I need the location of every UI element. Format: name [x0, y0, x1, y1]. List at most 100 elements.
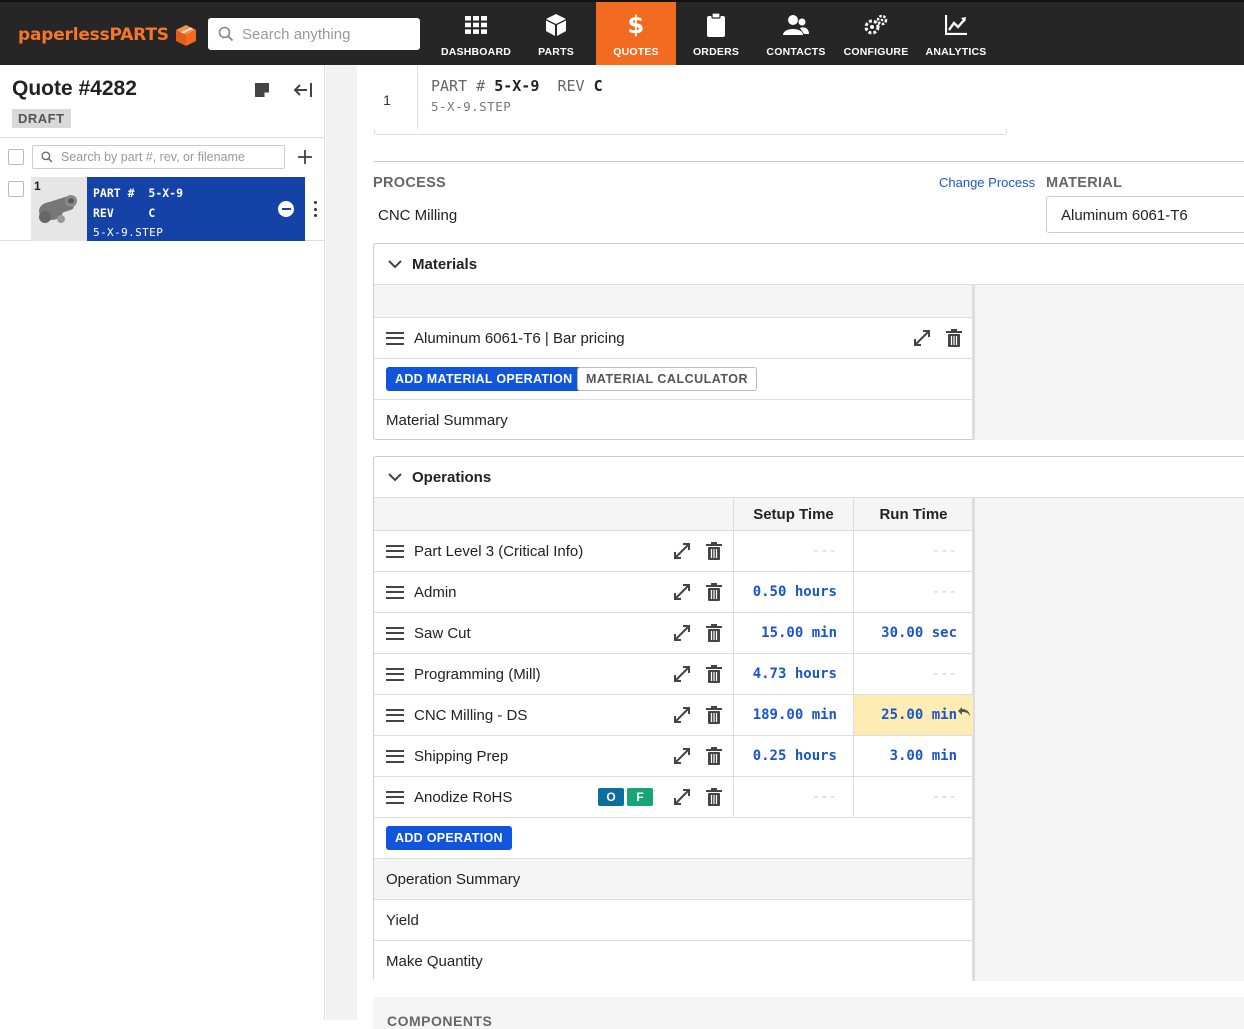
expand-icon[interactable]	[672, 541, 692, 561]
trash-icon[interactable]	[704, 705, 724, 725]
remove-part-button[interactable]	[278, 201, 294, 217]
nav-label: ORDERS	[692, 46, 740, 58]
materials-header[interactable]: Materials	[374, 244, 1244, 285]
top-navbar: paperlessPARTS DASHBOARD PARTS $	[0, 0, 1244, 65]
tag-badge[interactable]: O	[598, 788, 624, 806]
material-row[interactable]: Aluminum 6061-T6 | Bar pricing	[374, 318, 972, 359]
clipboard-icon	[703, 12, 729, 38]
trash-icon[interactable]	[704, 623, 724, 643]
trash-icon[interactable]	[944, 328, 964, 348]
note-icon[interactable]	[251, 79, 273, 101]
operations-shade	[972, 498, 1244, 981]
setup-time-cell[interactable]: 0.50 hours	[733, 572, 853, 612]
drag-handle-icon[interactable]	[386, 331, 404, 345]
operation-label: Shipping Prep	[414, 747, 509, 765]
setup-time-cell[interactable]: 0.25 hours	[733, 736, 853, 776]
nav-orders[interactable]: ORDERS	[676, 2, 756, 65]
operation-tags: OF	[598, 788, 653, 806]
change-process-link[interactable]: Change Process	[939, 175, 1035, 190]
trash-icon[interactable]	[704, 787, 724, 807]
trash-icon[interactable]	[704, 582, 724, 602]
drag-handle-icon[interactable]	[386, 790, 404, 804]
drag-handle-icon[interactable]	[386, 749, 404, 763]
material-select[interactable]: Aluminum 6061-T6	[1046, 196, 1244, 233]
part-search-input[interactable]	[61, 150, 281, 164]
setup-time-cell[interactable]: ---	[733, 531, 853, 571]
part-label: PART #	[93, 186, 135, 200]
setup-time-cell[interactable]: 189.00 min	[733, 695, 853, 735]
trash-icon[interactable]	[704, 664, 724, 684]
drag-handle-icon[interactable]	[386, 708, 404, 722]
material-summary[interactable]: Material Summary	[374, 400, 972, 441]
run-time-cell[interactable]: 3.00 min	[853, 736, 973, 776]
part-filename: 5-X-9.STEP	[431, 99, 512, 114]
quote-title: Quote #4282	[12, 77, 137, 100]
process-label: PROCESS	[373, 175, 447, 191]
expand-icon[interactable]	[672, 746, 692, 766]
material-actions: ADD MATERIAL OPERATION MATERIAL CALCULAT…	[374, 359, 972, 400]
part-value: 5-X-9	[148, 186, 184, 200]
drag-handle-icon[interactable]	[386, 667, 404, 681]
setup-time-cell[interactable]: ---	[733, 777, 853, 817]
rev-label: REV	[557, 77, 585, 95]
drag-handle-icon[interactable]	[386, 585, 404, 599]
nav-dashboard[interactable]: DASHBOARD	[436, 2, 516, 65]
nav-label: ANALYTICS	[925, 46, 987, 58]
expand-icon[interactable]	[672, 664, 692, 684]
part-list-item[interactable]: 1 PART # 5-X-9 REV C 5-X-9.STEP	[0, 177, 325, 241]
run-time-cell[interactable]: 30.00 sec	[853, 613, 973, 653]
drag-handle-icon[interactable]	[386, 544, 404, 558]
trash-icon[interactable]	[704, 541, 724, 561]
nav-parts[interactable]: PARTS	[516, 2, 596, 65]
trash-icon[interactable]	[704, 746, 724, 766]
rev-value: C	[593, 77, 603, 95]
run-time-cell[interactable]: ---	[853, 531, 973, 571]
expand-icon[interactable]	[672, 623, 692, 643]
search-icon	[218, 26, 234, 42]
nav-contacts[interactable]: CONTACTS	[756, 2, 836, 65]
setup-time-cell[interactable]: 15.00 min	[733, 613, 853, 653]
undo-override-icon[interactable]	[957, 705, 971, 719]
run-time-cell[interactable]: ---	[853, 572, 973, 612]
part-card-selected[interactable]: PART # 5-X-9 REV C 5-X-9.STEP	[87, 177, 305, 241]
brand-logo[interactable]: paperlessPARTS	[18, 22, 198, 48]
chevron-down-icon	[388, 472, 402, 481]
run-time-cell[interactable]: ---	[853, 777, 973, 817]
material-calculator-button[interactable]: MATERIAL CALCULATOR	[577, 367, 758, 391]
expand-icon[interactable]	[912, 328, 932, 348]
add-operation-button[interactable]: ADD OPERATION	[386, 826, 512, 850]
make-quantity-row[interactable]: Make Quantity	[374, 941, 972, 982]
drag-handle-icon[interactable]	[386, 626, 404, 640]
setup-time-cell[interactable]: 4.73 hours	[733, 654, 853, 694]
more-options-icon[interactable]	[311, 201, 319, 217]
nav-label: DASHBOARD	[440, 46, 512, 58]
select-all-checkbox[interactable]	[8, 149, 24, 165]
materials-title: Materials	[412, 255, 478, 273]
add-part-icon[interactable]	[294, 146, 316, 168]
nav-configure[interactable]: CONFIGURE	[836, 2, 916, 65]
nav-label: PARTS	[538, 46, 574, 58]
nav-quotes[interactable]: $ QUOTES	[596, 2, 676, 65]
nav-analytics[interactable]: ANALYTICS	[916, 2, 996, 65]
expand-icon[interactable]	[672, 787, 692, 807]
part-header: 1 PART # 5-X-9 REV C 5-X-9.STEP	[357, 65, 1244, 129]
rev-label: REV	[93, 206, 114, 220]
components-section[interactable]: COMPONENTS	[373, 997, 1244, 1029]
operations-header[interactable]: Operations	[374, 457, 1244, 498]
collapse-sidebar-icon[interactable]	[292, 79, 314, 101]
expand-icon[interactable]	[672, 582, 692, 602]
part-checkbox[interactable]	[8, 181, 24, 197]
run-time-cell[interactable]: ---	[853, 654, 973, 694]
rev-value: C	[148, 206, 156, 220]
quote-sidebar: Quote #4282 DRAFT 1 PART # 5-X-9 REV C 5…	[0, 65, 325, 1020]
part-search[interactable]	[32, 145, 285, 169]
add-material-operation-button[interactable]: ADD MATERIAL OPERATION	[386, 367, 582, 391]
operation-summary[interactable]: Operation Summary	[374, 859, 972, 900]
tag-badge[interactable]: F	[627, 788, 653, 806]
yield-row[interactable]: Yield	[374, 900, 972, 941]
global-search[interactable]	[208, 18, 420, 50]
run-time-cell[interactable]: 25.00 min	[853, 695, 973, 735]
materials-panel: Materials Aluminum 6061-T6 | Bar pricing…	[373, 243, 1244, 440]
search-input[interactable]	[242, 25, 412, 43]
expand-icon[interactable]	[672, 705, 692, 725]
